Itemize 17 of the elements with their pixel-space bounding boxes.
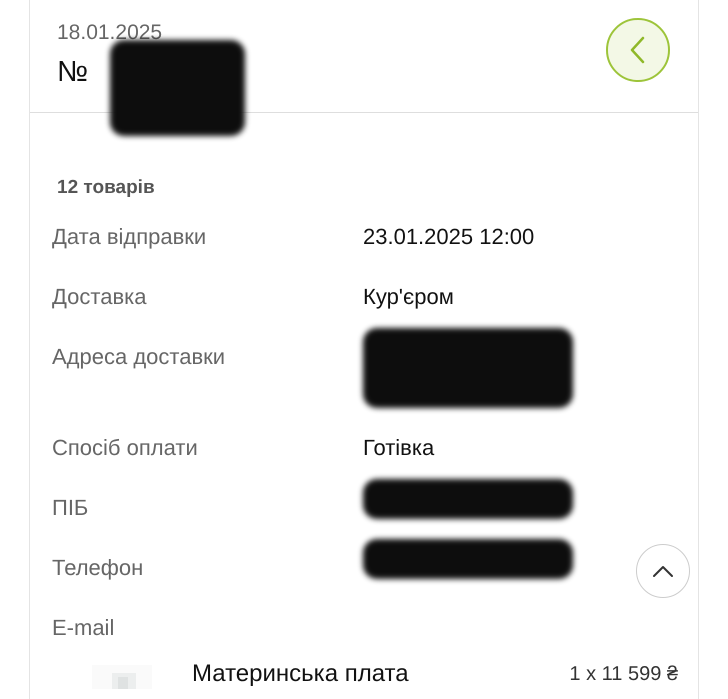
- detail-label: E-mail: [52, 615, 116, 641]
- product-name: Материнська плата: [192, 659, 409, 689]
- order-number: №: [57, 55, 90, 90]
- detail-value: Кур'єром: [363, 284, 454, 310]
- detail-label: Телефон: [52, 555, 144, 581]
- detail-value: 23.01.2025 12:00: [363, 224, 534, 250]
- detail-value: Готівка: [363, 435, 434, 461]
- chevron-up-icon: [651, 564, 675, 578]
- order-date: 18.01.2025: [57, 20, 162, 46]
- detail-label: Спосіб оплати: [52, 435, 199, 461]
- scroll-top-button[interactable]: [636, 544, 690, 598]
- detail-label: ПІБ: [52, 495, 90, 521]
- detail-label: Дата відправки: [52, 224, 208, 250]
- detail-label: Доставка: [52, 284, 148, 310]
- items-count: 12 товарів: [57, 177, 156, 199]
- detail-label: Адреса доставки: [52, 344, 226, 370]
- product-price: 1 x 11 599 ₴: [569, 662, 678, 687]
